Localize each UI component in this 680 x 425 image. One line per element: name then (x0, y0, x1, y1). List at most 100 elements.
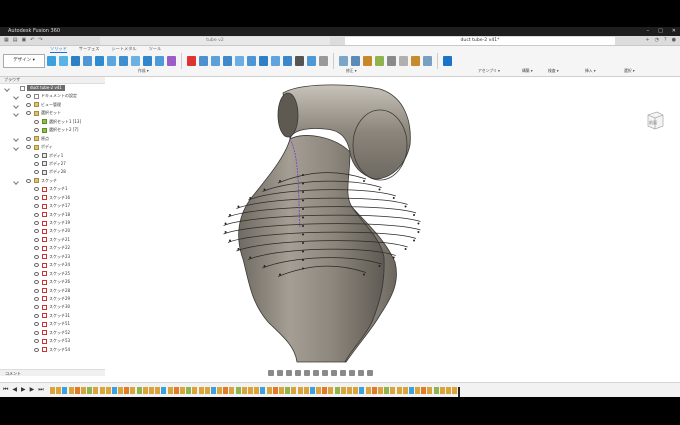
timeline-feature[interactable] (204, 387, 210, 394)
sketch-point (263, 188, 266, 191)
timeline-feature[interactable] (427, 387, 433, 394)
timeline-feature[interactable] (260, 387, 266, 394)
timeline-feature[interactable] (223, 387, 229, 394)
timeline-feature[interactable] (142, 387, 148, 394)
timeline-feature[interactable] (359, 387, 365, 394)
timeline-feature[interactable] (266, 387, 272, 394)
timeline-feature[interactable] (452, 387, 458, 394)
timeline-feature[interactable] (396, 387, 402, 394)
sketch-point (249, 197, 252, 199)
timeline-feature[interactable] (167, 387, 173, 394)
timeline-feature[interactable] (402, 387, 408, 394)
timeline-feature[interactable] (248, 387, 253, 394)
timeline-feature[interactable] (105, 387, 111, 394)
timeline-feature[interactable] (124, 387, 130, 394)
timeline-feature[interactable] (303, 387, 309, 394)
timeline-feature[interactable] (316, 387, 322, 394)
grid-icon[interactable] (322, 370, 328, 376)
timeline-feature[interactable] (99, 387, 105, 394)
sketch-point (392, 197, 395, 199)
timeline-feature[interactable] (87, 387, 93, 394)
timeline-feature[interactable] (322, 387, 328, 394)
timeline-feature[interactable] (192, 387, 198, 394)
timeline-feature[interactable] (173, 387, 179, 394)
zoom-icon[interactable] (295, 370, 301, 376)
timeline-feature[interactable] (136, 387, 142, 394)
sketch-point (302, 225, 304, 227)
timeline-feature[interactable] (217, 387, 223, 394)
sketch-point (302, 242, 304, 244)
timeline-feature[interactable] (297, 387, 303, 394)
camera-icon[interactable] (367, 370, 373, 376)
timeline-feature[interactable] (272, 387, 278, 394)
timeline-feature[interactable] (371, 387, 377, 394)
timeline-feature[interactable] (241, 387, 247, 394)
sketch-point (279, 180, 281, 182)
effects-icon[interactable] (358, 370, 364, 376)
pan-icon[interactable] (286, 370, 292, 376)
timeline-feature[interactable] (347, 387, 352, 394)
timeline-feature[interactable] (235, 387, 241, 394)
timeline-feature[interactable] (50, 387, 55, 394)
timeline-feature[interactable] (377, 387, 383, 394)
timeline-feature[interactable] (111, 387, 117, 394)
timeline-feature[interactable] (74, 387, 80, 394)
timeline-feature[interactable] (415, 387, 421, 394)
timeline-feature[interactable] (62, 387, 68, 394)
viewport[interactable] (0, 27, 680, 397)
orbit-icon[interactable] (268, 370, 274, 376)
viewports-icon[interactable] (331, 370, 337, 376)
timeline-back-icon[interactable]: ◀ (12, 386, 17, 394)
timeline-feature[interactable] (179, 387, 185, 394)
timeline-feature[interactable] (186, 387, 192, 394)
timeline-feature[interactable] (340, 387, 346, 394)
timeline-feature[interactable] (93, 387, 99, 394)
timeline: ⏮ ◀ ▶ ▶ ⏭ (0, 382, 680, 397)
timeline-feature[interactable] (334, 387, 340, 394)
display-settings-icon[interactable] (313, 370, 319, 376)
sketch-point (378, 188, 381, 191)
timeline-feature[interactable] (56, 387, 62, 394)
timeline-play-icon[interactable]: ▶ (21, 386, 26, 394)
timeline-feature[interactable] (291, 387, 297, 394)
environment-icon[interactable] (349, 370, 355, 376)
fit-icon[interactable] (304, 370, 310, 376)
timeline-feature[interactable] (210, 387, 216, 394)
timeline-marker[interactable] (458, 387, 461, 397)
timeline-feature[interactable] (254, 387, 260, 394)
view-cube-face: 前面 (649, 119, 657, 125)
timeline-feature[interactable] (278, 387, 284, 394)
sketch-point (302, 182, 304, 185)
duct-body[interactable] (223, 84, 421, 363)
sketch-point (228, 239, 231, 242)
timeline-feature[interactable] (353, 387, 359, 394)
timeline-feature[interactable] (309, 387, 315, 394)
timeline-feature[interactable] (68, 387, 74, 394)
look-at-icon[interactable] (277, 370, 283, 376)
timeline-forward-icon[interactable]: ▶ (30, 386, 35, 394)
timeline-feature[interactable] (80, 387, 86, 394)
timeline-feature[interactable] (285, 387, 291, 394)
timeline-feature[interactable] (130, 387, 136, 394)
timeline-feature[interactable] (390, 387, 396, 394)
view-cube[interactable]: 前面 (645, 110, 665, 130)
timeline-feature[interactable] (384, 387, 390, 394)
timeline-start-icon[interactable]: ⏮ (3, 386, 8, 394)
timeline-feature[interactable] (161, 387, 167, 394)
timeline-feature[interactable] (433, 387, 439, 394)
timeline-feature[interactable] (408, 387, 414, 394)
timeline-feature[interactable] (421, 387, 427, 394)
visual-style-icon[interactable] (340, 370, 346, 376)
timeline-feature[interactable] (155, 387, 161, 394)
timeline-end-icon[interactable]: ⏭ (38, 386, 43, 394)
timeline-feature[interactable] (149, 387, 154, 394)
timeline-feature[interactable] (198, 387, 204, 394)
timeline-feature[interactable] (229, 387, 235, 394)
timeline-feature[interactable] (446, 387, 451, 394)
sketch-point (413, 239, 416, 242)
timeline-feature[interactable] (439, 387, 445, 394)
timeline-feature[interactable] (328, 387, 334, 394)
timeline-feature[interactable] (118, 387, 124, 394)
sketch-point (363, 273, 365, 276)
timeline-feature[interactable] (365, 387, 371, 394)
